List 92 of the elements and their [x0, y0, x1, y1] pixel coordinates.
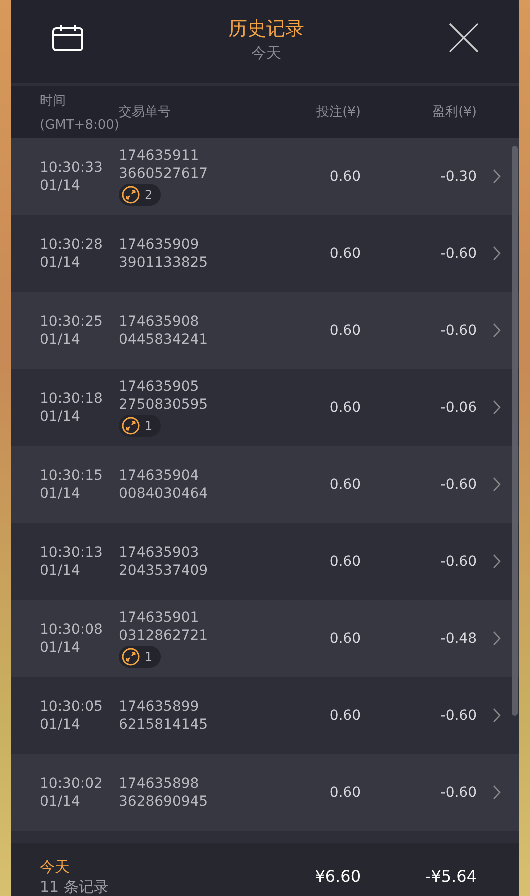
- order-number: 174635899: [119, 698, 200, 716]
- order-number: 6215814145: [119, 716, 210, 734]
- date-text: 01/14: [40, 408, 82, 426]
- record-row[interactable]: 10:30:25 01/14 174635908 0445834241 0.60 -0.60: [11, 292, 519, 369]
- order-number: 174635903: [119, 544, 200, 562]
- time-text: 10:30:02: [40, 774, 104, 792]
- time-text: 10:30:13: [40, 544, 104, 562]
- bet-amount: 0.60: [328, 476, 361, 492]
- profit-amount: -0.48: [440, 630, 477, 646]
- split-count-badge: 2: [119, 184, 161, 206]
- profit-amount: -0.60: [440, 708, 477, 724]
- order-number: 174635905: [119, 378, 200, 396]
- record-row[interactable]: 10:30:02 01/14 174635898 3628690945 0.60 -0.60: [11, 754, 519, 831]
- order-number: 3901133825: [119, 254, 210, 272]
- order-number: 2750830595: [119, 396, 210, 414]
- chevron-right-icon: [493, 477, 501, 492]
- order-number: 3628690945: [119, 792, 210, 810]
- date-subtitle: 今天: [252, 44, 282, 63]
- chevron-right-icon: [493, 554, 501, 569]
- record-row[interactable]: 10:30:28 01/14 174635909 3901133825 0.60 -0.60: [11, 215, 519, 292]
- date-text: 01/14: [40, 330, 82, 348]
- column-header: 交易单号: [119, 104, 172, 121]
- record-row[interactable]: 10:30:08 01/14 174635901 0312862721 1 0.60 -0.48: [11, 600, 519, 677]
- bet-amount: 0.60: [328, 322, 361, 338]
- date-text: 01/14: [40, 562, 82, 580]
- time-text: 10:30:18: [40, 390, 104, 408]
- order-number: 174635908: [119, 312, 200, 330]
- chevron-right-icon: [493, 323, 501, 338]
- column-header: 时间: [40, 92, 67, 110]
- chevron-right-icon: [493, 246, 501, 261]
- column-header: 盈利(¥): [432, 104, 477, 121]
- order-number: 3660527617: [119, 165, 210, 183]
- bet-amount: 0.60: [328, 554, 361, 570]
- scrollbar[interactable]: [512, 146, 518, 716]
- order-number: 0445834241: [119, 330, 210, 348]
- period-label: 今天: [40, 857, 71, 877]
- date-text: 01/14: [40, 484, 82, 502]
- order-number: 174635904: [119, 466, 200, 484]
- time-text: 10:30:28: [40, 236, 104, 254]
- time-text: 10:30:33: [40, 158, 104, 176]
- date-text: 01/14: [40, 638, 82, 656]
- close-icon[interactable]: [449, 22, 479, 52]
- record-row[interactable]: 10:30:15 01/14 174635904 0084030464 0.60 -0.60: [11, 446, 519, 523]
- window-title: 历史记录: [228, 17, 304, 42]
- profit-amount: -0.60: [440, 476, 477, 492]
- profit-amount: -0.60: [440, 554, 477, 570]
- order-number: 0312862721: [119, 627, 210, 645]
- column-header: 投注(¥): [316, 104, 361, 121]
- record-row[interactable]: 10:30:33 01/14 174635911 3660527617 2 0.60 -0.30: [11, 138, 519, 215]
- chevron-right-icon: [493, 169, 501, 184]
- order-number: 174635901: [119, 609, 200, 627]
- timezone-label: (GMT+8:00): [40, 118, 119, 132]
- date-text: 01/14: [40, 254, 82, 272]
- arrows-icon: [122, 186, 140, 204]
- calendar-icon[interactable]: [52, 24, 84, 52]
- split-count-badge: 1: [119, 415, 161, 437]
- time-text: 10:30:25: [40, 312, 104, 330]
- split-count-badge: 1: [119, 646, 161, 668]
- order-number: 174635898: [119, 774, 200, 792]
- bet-amount: 0.60: [328, 246, 361, 262]
- profit-amount: -0.60: [440, 246, 477, 262]
- bet-amount: 0.60: [328, 708, 361, 724]
- total-bet: ¥6.60: [314, 867, 361, 886]
- record-row[interactable]: 10:30:05 01/14 174635899 6215814145 0.60 -0.60: [11, 677, 519, 754]
- order-number: 0084030464: [119, 484, 210, 502]
- date-text: 01/14: [40, 176, 82, 194]
- total-profit: -¥5.64: [424, 867, 477, 886]
- record-count: 11 条记录: [40, 877, 110, 896]
- arrows-icon: [122, 648, 140, 666]
- record-row[interactable]: 10:30:18 01/14 174635905 2750830595 1 0.60 -0.06: [11, 369, 519, 446]
- date-text: 01/14: [40, 716, 82, 734]
- chevron-right-icon: [493, 400, 501, 415]
- time-text: 10:30:15: [40, 466, 104, 484]
- date-text: 01/14: [40, 792, 82, 810]
- bet-amount: 0.60: [328, 630, 361, 646]
- record-row[interactable]: 10:30:13 01/14 174635903 2043537409 0.60 -0.60: [11, 523, 519, 600]
- time-text: 10:30:08: [40, 620, 104, 638]
- bet-amount: 0.60: [328, 400, 361, 416]
- bet-amount: 0.60: [328, 168, 361, 184]
- chevron-right-icon: [493, 631, 501, 646]
- time-text: 10:30:05: [40, 698, 104, 716]
- profit-amount: -0.60: [440, 322, 477, 338]
- arrows-icon: [122, 417, 140, 435]
- chevron-right-icon: [493, 785, 501, 800]
- order-number: 2043537409: [119, 562, 210, 580]
- order-number: 174635909: [119, 236, 200, 254]
- order-number: 174635911: [119, 147, 200, 165]
- profit-amount: -0.30: [440, 168, 477, 184]
- bet-amount: 0.60: [328, 784, 361, 800]
- chevron-right-icon: [493, 708, 501, 723]
- profit-amount: -0.60: [440, 784, 477, 800]
- profit-amount: -0.06: [440, 400, 477, 416]
